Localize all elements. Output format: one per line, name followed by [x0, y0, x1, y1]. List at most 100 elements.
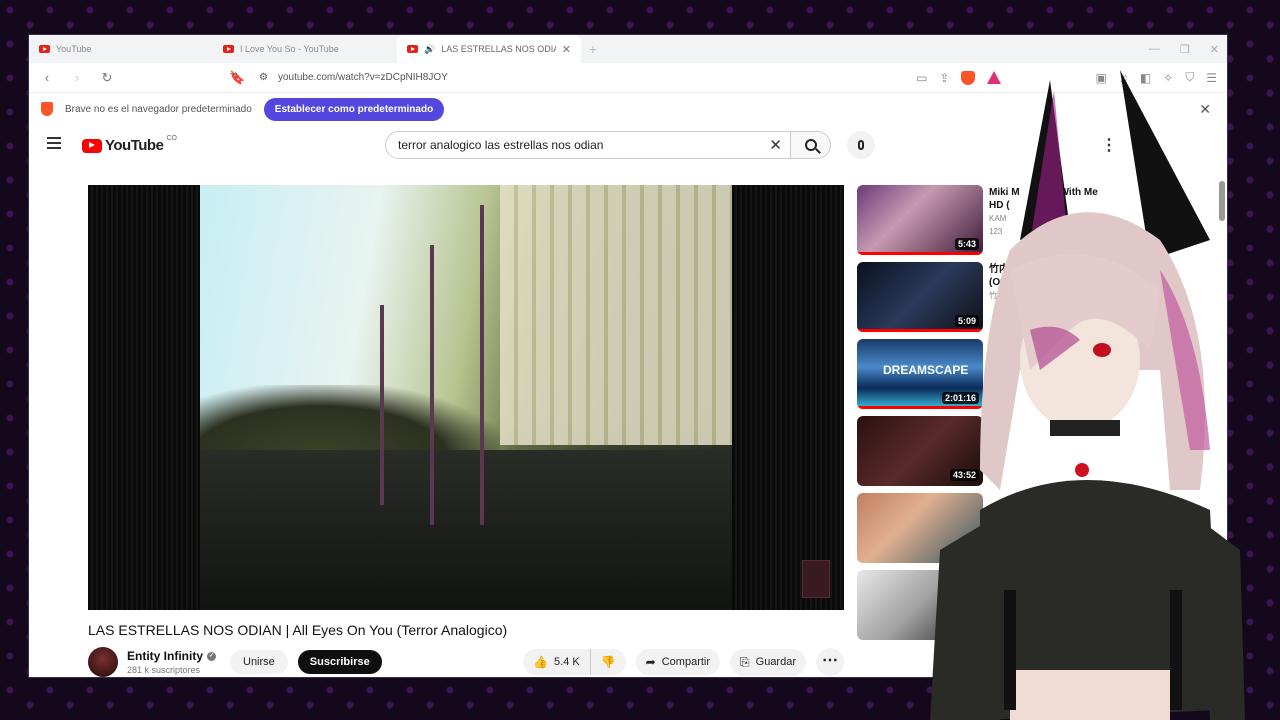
video-thumbnail[interactable]	[857, 493, 983, 563]
tab-strip: YouTube I Love You So - YouTube 🔊 LAS ES…	[29, 35, 1227, 63]
channel-name-row: Entity Infinity ✓	[127, 649, 216, 663]
url-text: youtube.com/watch?v=zDCpNIH8JOY	[277, 72, 448, 83]
save-button[interactable]: ⎘ Guardar	[730, 648, 806, 676]
verified-badge-icon: ✓	[207, 651, 216, 661]
join-button[interactable]: Unirse	[230, 650, 288, 674]
youtube-favicon-icon	[407, 45, 418, 53]
music-icon[interactable]: ♫	[1119, 71, 1128, 85]
youtube-logo[interactable]: YouTube CO	[82, 135, 177, 154]
leo-ai-icon[interactable]: ✧	[1163, 71, 1173, 85]
forward-icon[interactable]: ›	[69, 70, 85, 85]
address-toolbar: ‹ › ↻ 🔖 ⚙ youtube.com/watch?v=zDCpNIH8JO…	[29, 63, 1227, 93]
tab-youtube[interactable]: YouTube	[29, 35, 213, 63]
video-thumbnail[interactable]: DREAMSCAPE 2:01:16	[857, 339, 983, 409]
region-code: CO	[166, 135, 177, 142]
scrollbar-thumb[interactable]	[1219, 181, 1225, 221]
recommendation-item[interactable]	[857, 493, 1217, 570]
tab-i-love-you-so[interactable]: I Love You So - YouTube	[213, 35, 397, 63]
letterbox-right	[732, 185, 844, 610]
recommendations-list: 5:43 Miki M With Me HD ( KAM 123 5:09 竹内 …	[857, 185, 1217, 647]
tab-title: YouTube	[56, 44, 92, 54]
like-button[interactable]: 👍 5.4 K	[523, 649, 590, 675]
maximize-icon[interactable]: ❐	[1180, 43, 1190, 56]
sidebar-icon[interactable]: ▣	[1095, 71, 1106, 85]
search-button[interactable]	[791, 131, 831, 159]
recommendation-item[interactable]: 43:52 Alg TV Enti	[857, 416, 1217, 493]
clear-search-icon[interactable]: ✕	[769, 136, 782, 154]
like-dislike-group: 👍 5.4 K 👎	[523, 649, 626, 675]
share-arrow-icon: ➦	[645, 655, 656, 669]
recommendation-meta: Miki M With Me HD ( KAM 123	[989, 185, 1098, 262]
brave-shields-icon[interactable]	[961, 70, 976, 85]
share-button[interactable]: ➦ Compartir	[635, 649, 721, 675]
recommendation-title: Alg	[989, 418, 1006, 429]
video-thumbnail[interactable]: 43:52	[857, 416, 983, 486]
search-input[interactable]: terror analogico las estrellas nos odian…	[385, 131, 791, 159]
channel-watermark-icon[interactable]	[802, 560, 830, 598]
watch-progress-bar	[857, 329, 983, 332]
microphone-icon	[858, 140, 864, 150]
voice-search-button[interactable]	[847, 131, 875, 159]
close-tab-icon[interactable]: ✕	[562, 43, 571, 56]
share-icon[interactable]: ⇪	[939, 71, 949, 85]
brave-logo-icon	[41, 102, 53, 116]
minimize-icon[interactable]: —	[1149, 43, 1160, 55]
thumbnail-text: Som	[942, 586, 973, 602]
recommendation-title-line2: (Of	[989, 277, 1004, 288]
channel-row: Entity Infinity ✓ 281 k suscriptores Uni…	[88, 645, 844, 677]
channel-name[interactable]: Entity Infinity	[127, 649, 203, 663]
recommendation-channel: KI	[989, 342, 997, 351]
close-window-icon[interactable]: ✕	[1210, 43, 1219, 56]
street-lamp-shape	[380, 305, 384, 505]
dislike-button[interactable]: 👎	[589, 649, 626, 675]
more-actions-icon[interactable]: ⋯	[816, 648, 844, 676]
youtube-favicon-icon	[39, 45, 50, 53]
wallet-icon[interactable]: ◧	[1140, 71, 1151, 85]
video-thumbnail[interactable]: 5:09	[857, 262, 983, 332]
address-bar[interactable]: ⚙ youtube.com/watch?v=zDCpNIH8JOY	[259, 72, 902, 83]
video-duration: 5:09	[954, 315, 979, 327]
more-options-icon[interactable]: ⋮	[1101, 135, 1117, 155]
subscribe-button[interactable]: Suscribirse	[297, 650, 382, 674]
video-thumbnail[interactable]: 5:43	[857, 185, 983, 255]
guide-menu-icon[interactable]	[47, 137, 61, 152]
reload-icon[interactable]: ↻	[99, 70, 115, 86]
channel-avatar[interactable]	[88, 647, 118, 677]
recommendation-item[interactable]: Som	[857, 570, 1217, 647]
back-icon[interactable]: ‹	[39, 70, 55, 85]
video-thumbnail[interactable]: Som	[857, 570, 983, 640]
bookmark-icon[interactable]: 🔖	[229, 70, 245, 86]
close-infobar-icon[interactable]: ✕	[1199, 101, 1211, 118]
new-tab-button[interactable]: +	[581, 35, 605, 63]
window-controls: — ❐ ✕	[1149, 35, 1219, 63]
road-shape	[200, 450, 732, 610]
thumbnail-text: DREAMSCAPE	[883, 363, 969, 377]
tab-title: LAS ESTRELLAS NOS ODIAN	[441, 44, 556, 54]
page-scrollbar[interactable]	[1219, 147, 1225, 667]
recommendation-item[interactable]: DREAMSCAPE 2:01:16 KI 2 M	[857, 339, 1217, 416]
recommendation-item[interactable]: 5:43 Miki M With Me HD ( KAM 123	[857, 185, 1217, 262]
extensions-area: ▭ ⇪ ▣ ♫ ◧ ✧ ⛉ ☰	[916, 70, 1217, 85]
menu-icon[interactable]: ☰	[1206, 71, 1217, 85]
set-default-button[interactable]: Establecer como predeterminado	[263, 97, 445, 121]
site-settings-icon[interactable]: ⚙	[259, 72, 268, 83]
save-bookmark-icon: ⎘	[740, 654, 750, 669]
recommendation-channel: Enti	[989, 445, 1003, 454]
video-duration: 2:01:16	[941, 392, 979, 404]
video-duration: 5:43	[954, 238, 979, 250]
letterbox-left	[88, 185, 200, 610]
youtube-header: YouTube CO terror analogico las estrella…	[29, 125, 1227, 169]
recommendation-item[interactable]: 5:09 竹内 (Of 竹	[857, 262, 1217, 339]
logo-text: YouTube	[105, 137, 164, 154]
brave-rewards-icon[interactable]	[987, 71, 1002, 84]
channel-info: Entity Infinity ✓ 281 k suscriptores	[127, 649, 216, 675]
browser-window: YouTube I Love You So - YouTube 🔊 LAS ES…	[28, 34, 1228, 678]
video-title: LAS ESTRELLAS NOS ODIAN | All Eyes On Yo…	[88, 622, 508, 638]
recommendation-meta: KI 2 M	[989, 339, 1002, 416]
recommendation-title: Miki M With Me	[989, 187, 1098, 198]
tab-active-video[interactable]: 🔊 LAS ESTRELLAS NOS ODIAN ✕	[397, 35, 581, 63]
vpn-icon[interactable]: ⛉	[1185, 70, 1194, 85]
cast-icon[interactable]: ▭	[916, 71, 927, 85]
youtube-favicon-icon	[223, 45, 234, 53]
video-player[interactable]	[88, 185, 844, 610]
